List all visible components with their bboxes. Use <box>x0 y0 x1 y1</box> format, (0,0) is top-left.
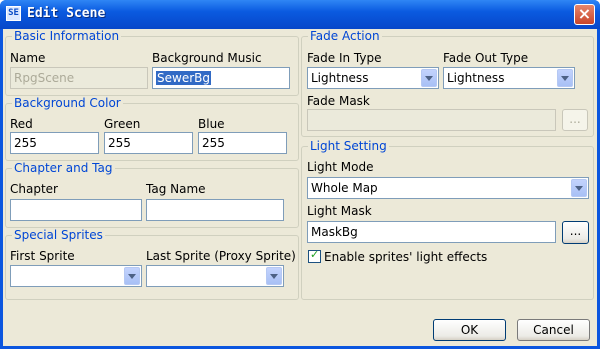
background-music-label: Background Music <box>152 51 262 65</box>
light-mode-value: Whole Map <box>311 181 378 195</box>
name-field[interactable]: RpgScene <box>10 67 148 89</box>
fade-mask-browse-button[interactable]: ... <box>562 109 588 131</box>
special-sprites-legend: Special Sprites <box>12 228 105 242</box>
fade-action-legend: Fade Action <box>308 29 382 43</box>
blue-field[interactable]: 255 <box>198 132 287 154</box>
fade-mask-field[interactable] <box>307 109 556 131</box>
first-sprite-label: First Sprite <box>10 249 75 263</box>
fade-mask-label: Fade Mask <box>307 94 370 108</box>
chapter-tag-legend: Chapter and Tag <box>12 161 115 175</box>
light-setting-legend: Light Setting <box>308 139 389 153</box>
fade-in-type-label: Fade In Type <box>307 51 382 65</box>
fade-out-type-dropdown[interactable]: Lightness <box>443 67 575 89</box>
light-mask-field[interactable]: MaskBg <box>307 221 556 243</box>
red-field[interactable]: 255 <box>10 132 99 154</box>
chevron-down-icon[interactable] <box>421 69 437 87</box>
ok-button[interactable]: OK <box>433 319 506 341</box>
enable-light-effects-checkbox[interactable]: ✓ <box>308 248 321 263</box>
edit-scene-dialog: SE Edit Scene × Basic Information Name R… <box>0 0 600 349</box>
red-label: Red <box>10 117 33 131</box>
chevron-down-icon[interactable] <box>266 267 282 285</box>
dialog-body: Basic Information Name RpgScene Backgrou… <box>3 29 597 346</box>
chapter-label: Chapter <box>10 182 58 196</box>
background-music-field[interactable]: SewerBg <box>152 67 290 89</box>
title-bar[interactable]: SE Edit Scene × <box>0 0 600 29</box>
name-label: Name <box>10 51 46 65</box>
chapter-field[interactable] <box>10 199 142 221</box>
tag-name-label: Tag Name <box>146 182 206 196</box>
background-music-value: SewerBg <box>156 71 211 85</box>
last-sprite-label: Last Sprite (Proxy Sprite) <box>146 249 296 263</box>
first-sprite-dropdown[interactable] <box>10 265 142 287</box>
fade-out-type-value: Lightness <box>447 71 505 85</box>
close-button[interactable]: × <box>574 4 595 25</box>
chevron-down-icon[interactable] <box>124 267 140 285</box>
last-sprite-dropdown[interactable] <box>146 265 284 287</box>
light-mode-dropdown[interactable]: Whole Map <box>307 177 589 199</box>
fade-out-type-label: Fade Out Type <box>443 51 529 65</box>
light-mode-label: Light Mode <box>307 160 374 174</box>
fade-in-type-dropdown[interactable]: Lightness <box>307 67 439 89</box>
cancel-button[interactable]: Cancel <box>517 319 590 341</box>
basic-information-legend: Basic Information <box>12 29 122 43</box>
light-mask-label: Light Mask <box>307 204 372 218</box>
blue-label: Blue <box>198 117 225 131</box>
fade-in-type-value: Lightness <box>311 71 369 85</box>
enable-light-effects-label[interactable]: Enable sprites' light effects <box>324 250 487 264</box>
chevron-down-icon[interactable] <box>571 179 587 197</box>
tag-name-field[interactable] <box>146 199 284 221</box>
green-label: Green <box>104 117 141 131</box>
checkmark-icon: ✓ <box>310 248 320 261</box>
chevron-down-icon[interactable] <box>557 69 573 87</box>
window-title: Edit Scene <box>27 6 106 21</box>
background-color-legend: Background Color <box>12 96 123 110</box>
light-mask-browse-button[interactable]: ... <box>562 221 589 244</box>
app-icon: SE <box>6 6 21 21</box>
green-field[interactable]: 255 <box>104 132 193 154</box>
